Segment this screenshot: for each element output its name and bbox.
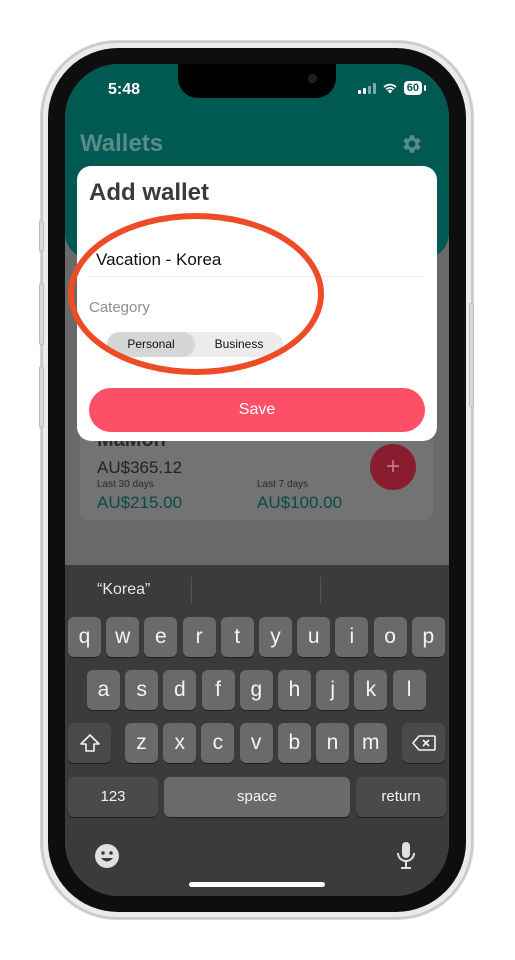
key-t[interactable]: t (220, 617, 254, 657)
shift-icon (79, 734, 100, 752)
save-button[interactable]: Save (89, 388, 425, 432)
key-j[interactable]: j (316, 670, 350, 710)
key-b[interactable]: b (277, 723, 311, 763)
shift-key[interactable] (68, 723, 111, 763)
keyboard: “Korea” qwertyuiop asdfghjkl zxcvbnm 123… (65, 565, 449, 896)
volume-up-button (39, 283, 44, 345)
key-m[interactable]: m (354, 723, 388, 763)
stat-value-30-days: AU$215.00 (97, 493, 183, 512)
key-e[interactable]: e (144, 617, 178, 657)
suggestion-divider (191, 577, 192, 603)
key-q[interactable]: q (68, 617, 101, 657)
key-o[interactable]: o (373, 617, 407, 657)
notch (178, 64, 336, 98)
add-transaction-button[interactable]: + (370, 444, 416, 490)
key-d[interactable]: d (163, 670, 197, 710)
key-w[interactable]: w (106, 617, 140, 657)
mute-switch (39, 220, 44, 252)
key-x[interactable]: x (163, 723, 197, 763)
wallet-total: AU$365.12 (97, 458, 183, 477)
key-c[interactable]: c (201, 723, 235, 763)
return-key[interactable]: return (356, 777, 446, 817)
power-button (469, 303, 474, 407)
key-v[interactable]: v (239, 723, 273, 763)
front-camera (308, 74, 317, 83)
volume-down-button (39, 366, 44, 428)
key-f[interactable]: f (201, 670, 235, 710)
status-icons: 60 (357, 81, 427, 95)
home-indicator (189, 882, 325, 887)
annotation-circle (68, 213, 324, 375)
key-h[interactable]: h (278, 670, 311, 710)
key-z[interactable]: z (125, 723, 158, 763)
backspace-icon (411, 735, 436, 751)
emoji-icon[interactable] (94, 843, 120, 869)
key-k[interactable]: k (354, 670, 388, 710)
key-i[interactable]: i (335, 617, 369, 657)
microphone-icon[interactable] (395, 841, 417, 871)
key-p[interactable]: p (411, 617, 445, 657)
stat-label-7-days: Last 7 days (257, 479, 309, 490)
key-r[interactable]: r (182, 617, 216, 657)
modal-title: Add wallet (89, 179, 210, 206)
suggestion-divider (320, 577, 321, 603)
key-n[interactable]: n (316, 723, 349, 763)
key-y[interactable]: y (259, 617, 292, 657)
gear-icon[interactable] (400, 132, 424, 156)
suggestion-bar: “Korea” (65, 565, 449, 617)
status-time: 5:48 (108, 81, 141, 98)
backspace-key[interactable] (402, 723, 445, 763)
stat-value-7-days: AU$100.00 (257, 493, 343, 512)
suggestion-item[interactable]: “Korea” (97, 581, 150, 599)
key-a[interactable]: a (87, 670, 120, 710)
wifi-icon (383, 83, 397, 94)
page-title: Wallets (80, 130, 164, 157)
screen: 5:48 60 Wallets MaMon AU$365.12 Last 30 … (65, 64, 449, 896)
key-l[interactable]: l (392, 670, 426, 710)
numbers-key[interactable]: 123 (68, 777, 158, 817)
key-g[interactable]: g (239, 670, 273, 710)
signal-icon (357, 82, 376, 94)
key-u[interactable]: u (297, 617, 331, 657)
space-key[interactable]: space (164, 777, 350, 817)
battery-icon: 60 (403, 81, 427, 95)
stat-label-30-days: Last 30 days (97, 479, 154, 490)
key-s[interactable]: s (125, 670, 159, 710)
